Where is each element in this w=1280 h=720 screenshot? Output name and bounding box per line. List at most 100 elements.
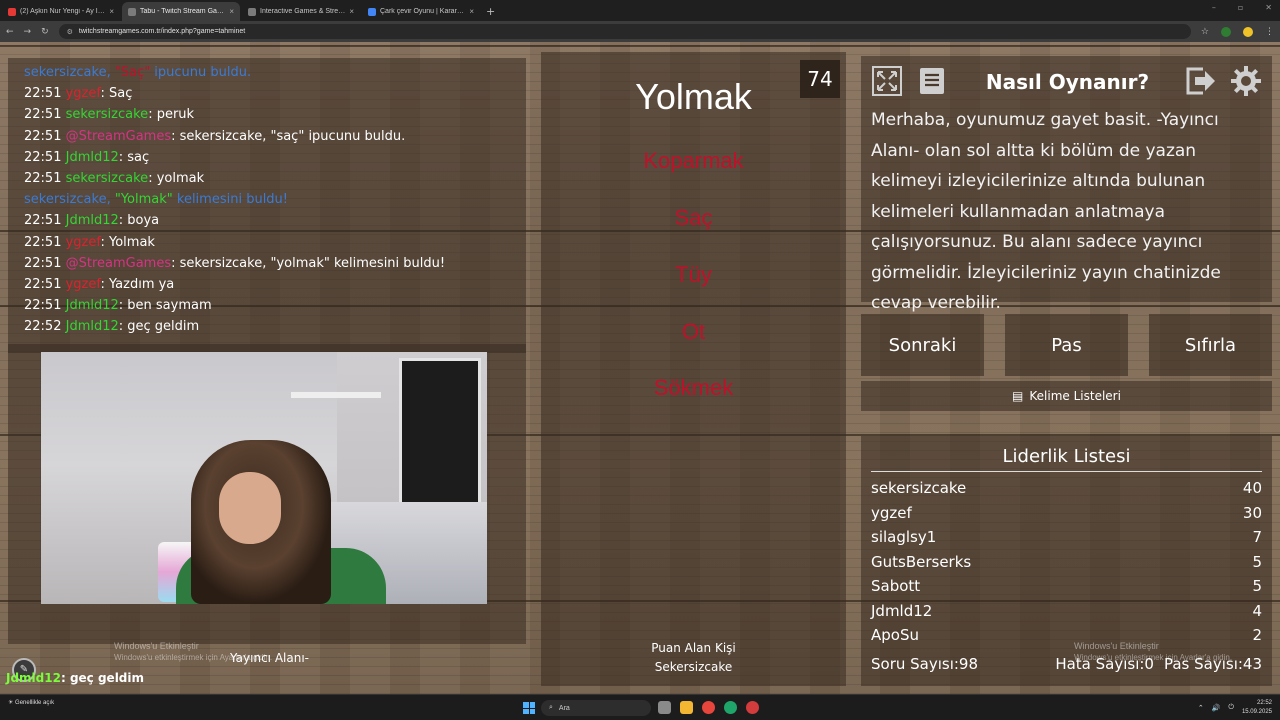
clock[interactable]: 22:52 15.09.2025 <box>1242 699 1272 717</box>
leaderboard-row: Jdmld12 4 <box>871 599 1262 624</box>
chat-text: : Yazdım ya <box>100 277 175 293</box>
maximize-button[interactable]: ▫ <box>1238 3 1243 12</box>
word-lists-button[interactable]: ▤ Kelime Listeleri <box>861 381 1272 411</box>
chat-username: @StreamGames <box>65 128 172 144</box>
tab-close-icon[interactable]: × <box>469 7 474 16</box>
exit-icon[interactable] <box>1183 63 1219 99</box>
profile-avatar[interactable] <box>1243 26 1253 37</box>
chat-timestamp: 22:51 <box>24 255 62 271</box>
tray-overflow-icon[interactable]: ⌃ <box>1198 704 1204 712</box>
browser-tab[interactable]: Tabu - Twitch Stream Games × <box>122 2 240 21</box>
chat-text: : Yolmak <box>100 234 155 250</box>
site-info-icon[interactable]: ⚙ <box>67 28 73 36</box>
player-score: 2 <box>1252 626 1262 644</box>
leaderboard-list: sekersizcake 40 ygzef 30 silaglsy1 7 GutsBerse… <box>871 476 1262 648</box>
chat-username: Jdmld12 <box>65 149 119 165</box>
minimize-button[interactable]: – <box>1212 3 1216 12</box>
overlay-chat-text: : geç geldim <box>60 671 145 685</box>
clock-time: 22:52 <box>1256 700 1272 706</box>
reload-icon[interactable]: ↻ <box>41 27 49 37</box>
power-icon[interactable]: ⏻ <box>1228 704 1234 712</box>
player-score: 5 <box>1252 577 1262 595</box>
tab-favicon-icon <box>368 7 376 16</box>
target-word: Yolmak <box>635 76 752 117</box>
leaderboard-row: sekersizcake 40 <box>871 476 1262 501</box>
word-lists-label: Kelime Listeleri <box>1029 389 1121 403</box>
chat-username: Jdmld12 <box>65 298 119 314</box>
chat-timestamp: 22:51 <box>24 234 62 250</box>
taboo-word: Tüy <box>675 262 712 287</box>
forward-icon[interactable]: → <box>24 27 32 37</box>
chat-message: 22:51 ygzef: Yazdım ya <box>24 274 526 295</box>
next-button[interactable]: Sonraki <box>861 314 984 376</box>
tab-title: Tabu - Twitch Stream Games <box>140 8 226 15</box>
taskbar-apps <box>658 701 759 714</box>
taskbar-search[interactable]: ⌕ Ara <box>541 700 651 716</box>
player-name: GutsBerserks <box>871 552 972 571</box>
player-name: ApoSu <box>871 626 919 644</box>
webcam-feed <box>41 352 487 604</box>
back-icon[interactable]: ← <box>6 27 14 37</box>
chat-message: 22:52 Jdmld12: geç geldim <box>24 316 526 337</box>
chat-message: 22:51 Jdmld12: ben saymam <box>24 295 526 316</box>
address-bar: ← → ↻ ⚙ twitchstreamgames.com.tr/index.p… <box>0 21 1280 42</box>
chat-text: : saç <box>118 149 150 165</box>
volume-icon[interactable]: 🔊 <box>1212 704 1221 712</box>
player-name: sekersizcake <box>871 479 967 497</box>
scorer-info: Puan Alan Kişi Sekersizcake <box>541 639 846 677</box>
chat-system-text: kelimesini buldu! <box>172 192 289 208</box>
tab-title: Interactive Games & Streaming... <box>260 8 345 15</box>
scorer-name: Sekersizcake <box>654 660 733 674</box>
task-view-icon[interactable] <box>658 701 671 714</box>
chat-system-message: sekersizcake, "Saç" ipucunu buldu. <box>24 62 526 83</box>
new-tab-button[interactable]: + <box>486 5 495 21</box>
tab-close-icon[interactable]: × <box>109 7 114 16</box>
webcam-door <box>399 358 481 508</box>
tab-favicon-icon <box>248 7 256 16</box>
game-stats: Soru Sayısı:98 Hata Sayısı:0 Pas Sayısı:… <box>871 655 1262 673</box>
pass-button[interactable]: Pas <box>1005 314 1128 376</box>
question-count: Soru Sayısı:98 <box>871 655 979 673</box>
start-button[interactable] <box>523 702 535 714</box>
document-icon[interactable] <box>914 63 950 99</box>
chat-timestamp: 22:51 <box>24 277 62 293</box>
windows-taskbar: ☀ Genellikle açık ⌕ Ara ⌃ 🔊 ⏻ 22:52 15.09… <box>0 694 1280 720</box>
settings-gear-icon[interactable] <box>1228 63 1264 99</box>
error-count: Hata Sayısı:0 <box>1055 655 1154 673</box>
app-icon[interactable] <box>746 701 759 714</box>
url-field[interactable]: ⚙ twitchstreamgames.com.tr/index.php?gam… <box>58 24 1191 39</box>
player-name: Sabott <box>871 577 921 595</box>
browser-tab[interactable]: Çark çevir Oyunu | Karar Çarkı × <box>362 2 480 21</box>
close-window-button[interactable]: ✕ <box>1265 3 1272 12</box>
browser-menu-icon[interactable]: ⋮ <box>1265 27 1274 37</box>
fullscreen-icon[interactable] <box>869 63 905 99</box>
edge-icon[interactable] <box>724 701 737 714</box>
leaderboard-row: Sabott 5 <box>871 574 1262 599</box>
player-name: silaglsy1 <box>871 528 937 546</box>
chat-timestamp: 22:51 <box>24 213 62 229</box>
leaderboard-row: ApoSu 2 <box>871 623 1262 648</box>
chat-message: 22:51 ygzef: Saç <box>24 83 526 104</box>
tab-close-icon[interactable]: × <box>229 7 234 16</box>
activation-watermark-title: Windows'u Etkinleştir <box>114 641 199 651</box>
browser-tab[interactable]: (2) Aşkın Nur Yengi - Ay İnan...× <box>2 2 120 21</box>
chat-message: 22:51 sekersizcake: yolmak <box>24 168 526 189</box>
tab-close-icon[interactable]: × <box>349 7 354 16</box>
how-to-play-text: Merhaba, oyunumuz gayet basit. -Yayıncı … <box>871 110 1221 313</box>
chrome-icon[interactable] <box>702 701 715 714</box>
chat-username: sekersizcake <box>65 171 149 187</box>
taboo-word: Ot <box>681 319 706 344</box>
scorer-label: Puan Alan Kişi <box>651 641 736 655</box>
file-explorer-icon[interactable] <box>680 701 693 714</box>
chat-username: sekersizcake <box>65 107 149 123</box>
webcam-person-face <box>219 472 281 544</box>
extension-icon[interactable] <box>1221 26 1231 37</box>
weather-widget[interactable]: ☀ Genellikle açık <box>8 699 54 706</box>
browser-tab[interactable]: Interactive Games & Streaming... × <box>242 2 360 21</box>
wood-plank-line <box>0 45 1280 47</box>
taboo-word: Koparmak <box>643 148 744 173</box>
bookmark-star-icon[interactable]: ☆ <box>1201 27 1209 37</box>
chat-username: ygzef <box>65 86 101 102</box>
activation-watermark-title: Windows'u Etkinleştir <box>1074 641 1159 651</box>
reset-button[interactable]: Sıfırla <box>1149 314 1272 376</box>
